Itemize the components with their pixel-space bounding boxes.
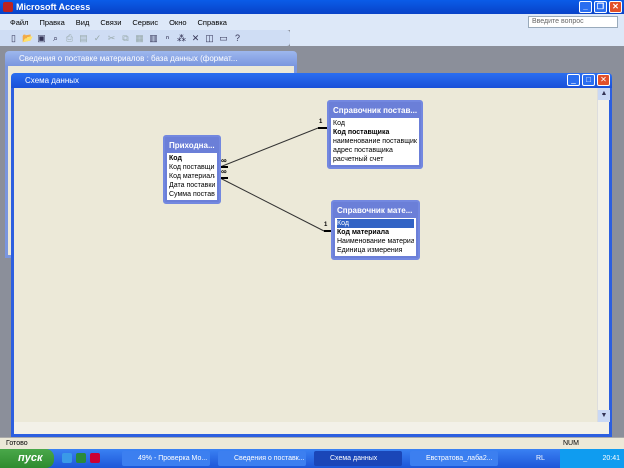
table-materials[interactable]: Справочник мате... Код Код материала Наи… — [331, 200, 420, 260]
start-button[interactable]: пуск — [0, 449, 54, 468]
delete-icon[interactable]: ✕ — [190, 33, 201, 44]
field[interactable]: расчетный счет — [333, 155, 417, 164]
access-quicklaunch-icon[interactable] — [90, 453, 100, 463]
menu-edit[interactable]: Правка — [39, 18, 64, 27]
many-label-1: ∞ — [221, 156, 227, 165]
table-title[interactable]: Справочник постав... — [331, 104, 419, 118]
task-word[interactable]: Евстратова_лаба2... — [410, 451, 498, 466]
toolbar: ▯ 📂 ▣ ⌕ ⎙ ▤ ✓ ✂ ⧉ ▦ ▥ ⁿ ⁂ ✕ ◫ ▭? — [0, 30, 290, 46]
field[interactable]: Единица измерения — [337, 246, 414, 255]
table-prikhod[interactable]: Приходна... Код Код поставщика Код матер… — [163, 135, 221, 204]
task-kaspersky[interactable]: 49% - Проверка Мо... — [122, 451, 210, 466]
menu-file[interactable]: Файл — [10, 18, 28, 27]
table-title[interactable]: Приходна... — [167, 139, 217, 153]
all-relations-icon[interactable]: ⁂ — [176, 33, 187, 44]
schema-minimize-button[interactable]: _ — [567, 74, 580, 86]
access-icon — [3, 2, 13, 12]
task-database[interactable]: Сведения о поставк... — [218, 451, 306, 466]
preview-icon[interactable]: ▤ — [78, 33, 89, 44]
relationships-canvas[interactable]: ∞ ∞ 1 1 Приходна... Код Код поставщика К… — [14, 88, 597, 422]
field[interactable]: Сумма поставки — [169, 190, 215, 199]
direct-relations-icon[interactable]: ⁿ — [162, 33, 173, 44]
one-label-2: 1 — [324, 222, 328, 228]
field[interactable]: Код поставщика — [333, 128, 417, 137]
ie-icon[interactable] — [62, 453, 72, 463]
paste-icon[interactable]: ▦ — [134, 33, 145, 44]
relationships-window-title[interactable]: Схема данных _ □ ✕ — [11, 73, 612, 88]
status-bar: Готово NUM — [0, 437, 624, 449]
app-title: Microsoft Access — [16, 2, 91, 12]
cut-icon[interactable]: ✂ — [106, 33, 117, 44]
database-window-icon[interactable]: ◫ — [204, 33, 215, 44]
new-icon[interactable]: ▯ — [8, 33, 19, 44]
task-schema[interactable]: Схема данных — [314, 451, 402, 466]
table-suppliers[interactable]: Справочник постав... Код Код поставщика … — [327, 100, 423, 169]
toolbar-background — [290, 30, 624, 46]
one-label-1: 1 — [319, 119, 323, 125]
show-table-icon[interactable]: ▥ — [148, 33, 159, 44]
menu-help[interactable]: Справка — [198, 18, 227, 27]
save-icon[interactable]: ▣ — [36, 33, 47, 44]
menu-view[interactable]: Вид — [76, 18, 90, 27]
table-title[interactable]: Справочник мате... — [335, 204, 416, 218]
close-button[interactable]: ✕ — [609, 1, 622, 13]
field[interactable]: Наименование материала — [337, 237, 414, 246]
schema-close-button[interactable]: ✕ — [597, 74, 610, 86]
field-selected[interactable]: Код — [337, 219, 414, 228]
relation-line-supplier — [219, 127, 319, 168]
menu-tools[interactable]: Сервис — [132, 18, 158, 27]
relationships-title-text: Схема данных — [25, 76, 80, 85]
menu-window[interactable]: Окно — [169, 18, 186, 27]
open-icon[interactable]: 📂 — [22, 33, 33, 44]
relation-line-material — [219, 177, 325, 232]
copy-icon[interactable]: ⧉ — [120, 33, 131, 44]
field[interactable]: Код — [333, 119, 417, 128]
status-text: Готово — [6, 440, 28, 447]
excel-icon[interactable] — [76, 453, 86, 463]
database-window-title[interactable]: Сведения о поставке материалов : база да… — [5, 51, 297, 66]
app-titlebar: Microsoft Access _ ❐ ✕ — [0, 0, 624, 14]
minimize-button[interactable]: _ — [579, 1, 592, 13]
field[interactable]: Код — [169, 154, 215, 163]
taskbar: пуск 49% - Проверка Мо... Сведения о пос… — [0, 449, 624, 468]
language-indicator[interactable]: RL — [536, 449, 545, 468]
field[interactable]: Код материала — [337, 228, 414, 237]
field[interactable]: адрес поставщика — [333, 146, 417, 155]
field[interactable]: наименование поставщика — [333, 137, 417, 146]
spell-icon[interactable]: ✓ — [92, 33, 103, 44]
system-tray: 20:41 — [560, 449, 624, 468]
field[interactable]: Дата поставки — [169, 181, 215, 190]
vertical-scrollbar[interactable]: ▲ ▼ — [597, 88, 610, 422]
clock: 20:41 — [602, 455, 620, 462]
print-icon[interactable]: ⎙ — [64, 33, 75, 44]
menu-relations[interactable]: Связи — [100, 18, 121, 27]
scroll-up-icon[interactable]: ▲ — [598, 88, 610, 100]
search-icon[interactable]: ⌕ — [50, 33, 61, 44]
restore-button[interactable]: ❐ — [594, 1, 607, 13]
scroll-down-icon[interactable]: ▼ — [598, 410, 610, 422]
new-object-icon[interactable]: ▭ — [218, 33, 229, 44]
field[interactable]: Код поставщика — [169, 163, 215, 172]
many-label-2: ∞ — [221, 167, 227, 176]
schema-maximize-button[interactable]: □ — [582, 74, 595, 86]
horizontal-scrollbar[interactable] — [14, 422, 609, 434]
help-icon[interactable]: ? — [232, 33, 243, 44]
ask-question-input[interactable]: Введите вопрос — [528, 16, 618, 28]
field[interactable]: Код материала — [169, 172, 215, 181]
relationship-lines — [219, 127, 331, 232]
relationships-window: Схема данных _ □ ✕ ∞ ∞ 1 1 Приходна... Код… — [11, 73, 612, 437]
